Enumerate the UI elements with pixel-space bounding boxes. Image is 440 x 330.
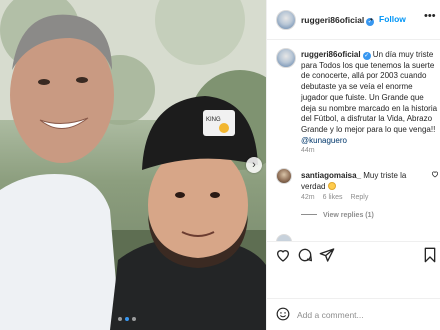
next-comment-avatar[interactable]: [276, 234, 292, 241]
svg-text:KING: KING: [206, 117, 221, 123]
verified-icon: ✓: [362, 52, 371, 60]
header-separator: •: [370, 15, 373, 24]
comments-section[interactable]: ruggeri86oficial ✓ Un día muy triste para…: [267, 41, 440, 241]
carousel-dots: [118, 317, 136, 321]
caption-timestamp[interactable]: 44m: [301, 147, 315, 154]
emoji-icon[interactable]: [276, 307, 290, 326]
comment-like-icon[interactable]: [431, 170, 439, 180]
view-replies-button[interactable]: View replies (1): [301, 212, 374, 219]
caption-avatar[interactable]: [276, 48, 296, 68]
comment-body: santiagomaisa_ Muy triste la verdad: [301, 170, 421, 192]
post-photo[interactable]: KING ›: [0, 0, 266, 330]
comment-username[interactable]: santiagomaisa_: [301, 171, 361, 180]
comment-icon[interactable]: [297, 247, 313, 268]
photo-illustration: KING: [0, 0, 266, 330]
more-options-icon[interactable]: •••: [424, 10, 436, 22]
author-avatar[interactable]: [276, 10, 296, 30]
comment-likes[interactable]: 6 likes: [323, 194, 343, 201]
comment-avatar[interactable]: [276, 168, 292, 184]
caption-username[interactable]: ruggeri86oficial: [301, 50, 361, 59]
share-icon[interactable]: [319, 247, 335, 268]
caption-mention[interactable]: @kunaguero: [301, 136, 347, 145]
post-header: ruggeri86oficial ✓ • Follow •••: [267, 0, 440, 40]
bookmark-icon[interactable]: [423, 247, 437, 268]
carousel-dot: [132, 317, 136, 321]
carousel-dot: [118, 317, 122, 321]
sad-face-emoji-icon: [327, 182, 336, 190]
heart-icon[interactable]: [275, 247, 291, 268]
action-bar: [267, 241, 440, 267]
author-username[interactable]: ruggeri86oficial ✓: [301, 15, 375, 26]
likes-area: [267, 267, 440, 297]
view-replies-label[interactable]: View replies (1): [323, 212, 374, 219]
comment-reply-button[interactable]: Reply: [350, 194, 368, 201]
comment-time[interactable]: 42m: [301, 194, 315, 201]
next-slide-button[interactable]: ›: [246, 157, 262, 173]
post-panel: ruggeri86oficial ✓ • Follow ••• ruggeri86…: [266, 0, 440, 330]
author-username-text[interactable]: ruggeri86oficial: [301, 15, 364, 25]
comment-composer: Add a comment...: [267, 298, 440, 330]
caption-text: Un día muy triste para Todos los que ten…: [301, 50, 438, 134]
comment-meta: 42m 6 likes Reply: [301, 194, 376, 201]
post-caption: ruggeri86oficial ✓ Un día muy triste para…: [301, 50, 439, 146]
follow-button[interactable]: Follow: [379, 14, 406, 24]
add-comment-input[interactable]: Add a comment...: [297, 310, 364, 320]
view-replies-line: [301, 214, 317, 215]
carousel-dot-active: [125, 317, 129, 321]
